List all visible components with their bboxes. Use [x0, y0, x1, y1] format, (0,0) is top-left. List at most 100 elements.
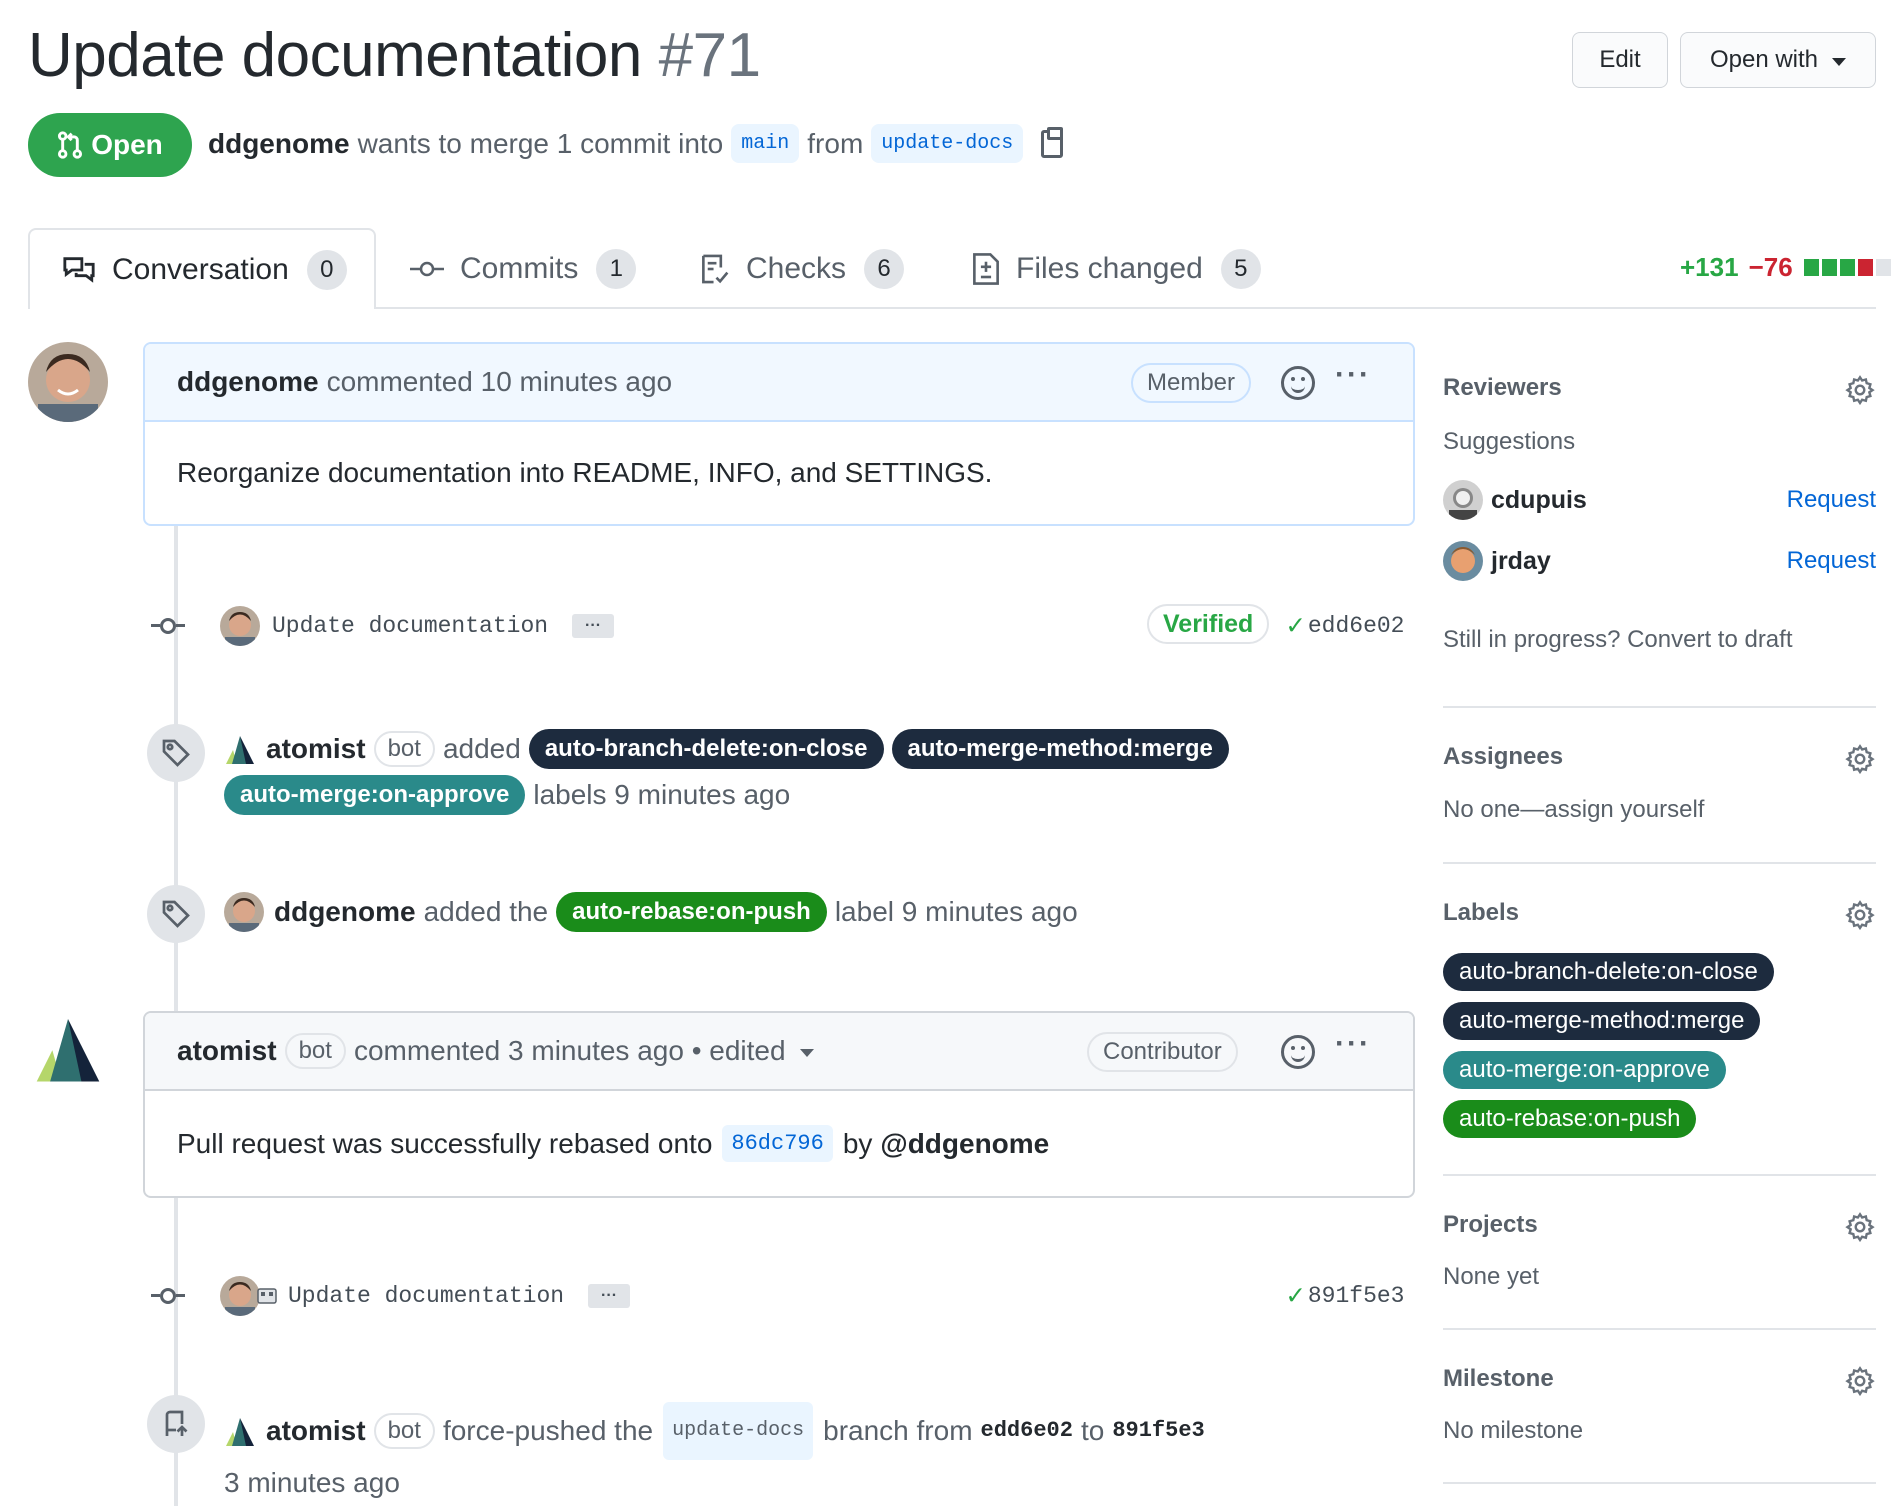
sidebar-label[interactable]: auto-merge-method:merge — [1443, 1002, 1761, 1040]
commit-message-link[interactable]: Update documentation — [288, 1283, 564, 1309]
pr-number: #71 — [658, 21, 761, 90]
sidebar-label[interactable]: auto-merge:on-approve — [1443, 1051, 1726, 1089]
pull-request-icon — [58, 131, 83, 159]
edited-dropdown-icon[interactable] — [799, 1048, 814, 1057]
actor-link[interactable]: ddgenome — [274, 889, 416, 935]
sidebar-label[interactable]: auto-rebase:on-push — [1443, 1100, 1697, 1138]
atomist-logo-icon[interactable] — [224, 1414, 256, 1448]
bot-badge: bot — [373, 1413, 435, 1449]
reviewers-title[interactable]: Reviewers — [1443, 374, 1876, 402]
commit-node-icon — [151, 1288, 185, 1304]
comment-author-link[interactable]: atomist — [177, 1035, 277, 1067]
label-auto-branch-delete[interactable]: auto-branch-delete:on-close — [528, 729, 884, 769]
event-time[interactable]: 3 minutes ago — [224, 1460, 400, 1506]
check-icon: ✓ — [1287, 1282, 1304, 1313]
gear-icon[interactable] — [1844, 899, 1876, 936]
sidebar-projects: Projects — [1443, 1211, 1876, 1243]
expand-commit-button[interactable]: ··· — [572, 614, 615, 638]
add-reaction-icon[interactable] — [1281, 366, 1315, 400]
commit-sha[interactable]: ✓ 891f5e3 — [1287, 1278, 1404, 1313]
commit-message-link[interactable]: Update documentation — [272, 613, 548, 639]
avatar-ddgenome[interactable] — [28, 342, 108, 422]
comment-author-link[interactable]: ddgenome — [177, 366, 319, 398]
bot-badge: bot — [284, 1033, 346, 1069]
head-branch[interactable]: update-docs — [871, 124, 1024, 163]
gear-icon[interactable] — [1844, 374, 1876, 411]
convert-to-draft-link[interactable]: Still in progress? Convert to draft — [1443, 626, 1793, 654]
label-auto-rebase[interactable]: auto-rebase:on-push — [556, 892, 827, 932]
tab-checks[interactable]: Checks 6 — [700, 228, 905, 309]
avatar-ddgenome-small[interactable] — [220, 1276, 260, 1316]
tab-checks-label: Checks — [746, 251, 847, 285]
comment-timestamp[interactable]: commented 3 minutes ago • edited — [354, 1035, 786, 1067]
contributor-badge: Contributor — [1087, 1032, 1238, 1072]
bot-avatar-icon[interactable] — [256, 1285, 278, 1307]
label-auto-merge-approve[interactable]: auto-merge:on-approve — [224, 775, 526, 815]
sidebar-label[interactable]: auto-branch-delete:on-close — [1443, 953, 1774, 991]
sidebar-labels: Labels — [1443, 899, 1876, 931]
clipboard-icon[interactable] — [1041, 126, 1064, 158]
edit-button[interactable]: Edit — [1572, 32, 1668, 88]
suggestions-label: Suggestions — [1443, 428, 1576, 455]
tab-files-changed[interactable]: Files changed 5 — [972, 228, 1261, 309]
assignees-title[interactable]: Assignees — [1443, 743, 1876, 771]
avatar-jrday[interactable] — [1443, 541, 1483, 581]
from-sha-link[interactable]: edd6e02 — [981, 1408, 1073, 1454]
request-review-link[interactable]: Request — [1787, 547, 1876, 575]
actor-link[interactable]: atomist — [266, 1408, 366, 1454]
member-badge: Member — [1131, 363, 1252, 403]
more-options-icon[interactable]: ··· — [1335, 358, 1371, 392]
atomist-avatar-icon[interactable] — [32, 1010, 104, 1091]
expand-commit-button[interactable]: ··· — [588, 1284, 631, 1308]
tab-conversation[interactable]: Conversation 0 — [28, 228, 376, 309]
event-to-text: to — [1080, 1415, 1105, 1446]
diffstat-block — [1803, 259, 1819, 276]
sidebar-divider — [1443, 1174, 1876, 1176]
force-push-event: atomist bot force-pushed the update-docs… — [224, 1402, 1205, 1506]
more-options-icon[interactable]: ··· — [1335, 1027, 1371, 1061]
reviewer-name[interactable]: cdupuis — [1491, 486, 1587, 515]
pr-title: Update documentation #71 — [28, 20, 761, 91]
comment-timestamp[interactable]: commented 10 minutes ago — [327, 366, 673, 398]
branch-chip[interactable]: update-docs — [663, 1402, 814, 1460]
actor-link[interactable]: atomist — [266, 726, 366, 772]
pr-author-link[interactable]: ddgenome — [208, 128, 350, 160]
avatar-cdupuis[interactable] — [1443, 480, 1483, 520]
commit-sha-link[interactable]: 86dc796 — [722, 1125, 833, 1162]
gear-icon[interactable] — [1844, 1211, 1876, 1248]
commit-sha-text: 891f5e3 — [1307, 1282, 1405, 1309]
verified-badge[interactable]: Verified — [1147, 604, 1270, 644]
avatar-ddgenome-small[interactable] — [224, 892, 264, 932]
tag-event-icon — [147, 724, 205, 782]
request-review-link[interactable]: Request — [1787, 486, 1876, 514]
atomist-logo-icon[interactable] — [224, 732, 256, 766]
reviewer-name[interactable]: jrday — [1491, 547, 1551, 576]
tab-commits[interactable]: Commits 1 — [410, 228, 637, 309]
commit-sha[interactable]: ✓ edd6e02 — [1287, 608, 1404, 643]
avatar-ddgenome-small[interactable] — [220, 606, 260, 646]
base-branch[interactable]: main — [731, 124, 800, 163]
gear-icon[interactable] — [1844, 743, 1876, 780]
gear-icon[interactable] — [1844, 1365, 1876, 1402]
tab-files-label: Files changed — [1016, 251, 1203, 285]
add-reaction-icon[interactable] — [1281, 1035, 1315, 1069]
open-with-button[interactable]: Open with — [1680, 32, 1876, 88]
projects-title[interactable]: Projects — [1443, 1211, 1876, 1239]
tab-checks-count: 6 — [864, 248, 905, 289]
tag-event-icon — [147, 885, 205, 943]
tab-conversation-count: 0 — [306, 249, 347, 290]
sidebar-reviewers: Reviewers — [1443, 374, 1876, 406]
event-verb: force-pushed the — [442, 1415, 654, 1446]
commit-item: Update documentation ··· — [151, 606, 615, 646]
merge-text: wants to merge 1 commit into — [357, 127, 724, 159]
tab-files-count: 5 — [1220, 248, 1261, 289]
labels-added-event: atomist bot added auto-branch-delete:on-… — [224, 726, 1237, 818]
file-diff-icon — [972, 252, 1000, 285]
assign-yourself-link[interactable]: No one—assign yourself — [1443, 796, 1704, 824]
commit-item: Update documentation ··· — [151, 1276, 631, 1316]
milestone-title[interactable]: Milestone — [1443, 1365, 1876, 1393]
labels-title[interactable]: Labels — [1443, 899, 1876, 927]
to-sha-link[interactable]: 891f5e3 — [1112, 1408, 1204, 1454]
label-auto-merge-method[interactable]: auto-merge-method:merge — [891, 729, 1229, 769]
user-mention-link[interactable]: @ddgenome — [880, 1128, 1049, 1160]
